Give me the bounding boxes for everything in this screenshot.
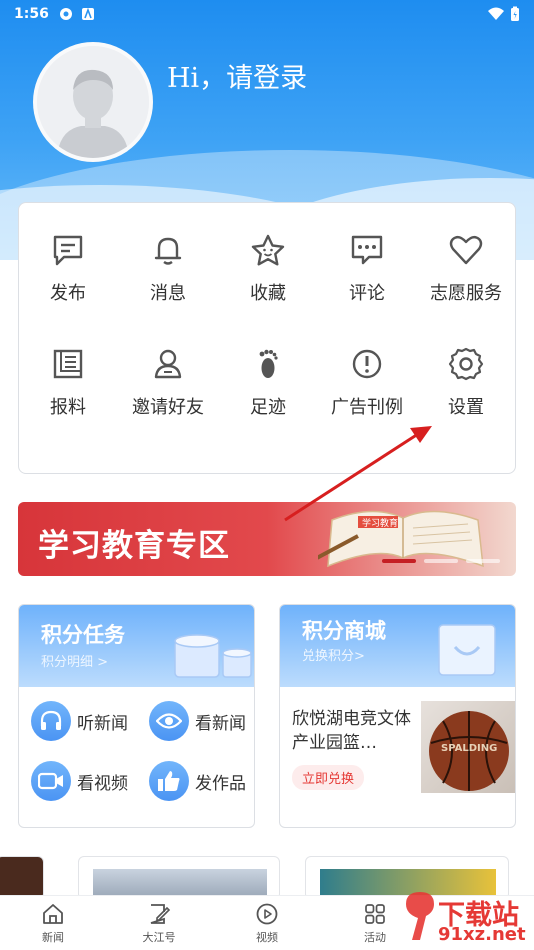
menu-item-label: 报料 xyxy=(50,397,86,418)
menu-item-label: 收藏 xyxy=(250,283,286,304)
post-icon xyxy=(53,235,83,266)
points-task-header: 积分任务 积分明细 > xyxy=(19,605,254,687)
banner-title: 学习教育专区 xyxy=(38,528,230,564)
redeem-points-link[interactable]: 兑换积分> xyxy=(302,645,365,664)
task-publish-work[interactable]: 发作品 xyxy=(149,761,246,801)
task-label: 看视频 xyxy=(77,773,128,794)
task-label: 看新闻 xyxy=(195,713,246,734)
nav-dajiang[interactable]: 大江号 xyxy=(124,902,194,945)
nav-label: 活动 xyxy=(364,931,386,944)
pagination-dot xyxy=(424,559,458,563)
menu-item-footprint[interactable]: 足迹 xyxy=(218,347,318,419)
product-brand: SPALDING xyxy=(441,743,497,754)
sync-icon xyxy=(59,8,72,20)
basketball-icon: SPALDING xyxy=(429,711,509,791)
content-thumbnail[interactable] xyxy=(0,856,44,900)
menu-item-label: 足迹 xyxy=(250,397,286,418)
points-task-title: 积分任务 xyxy=(41,623,125,647)
gear-icon xyxy=(448,347,484,381)
points-task-card[interactable]: 积分任务 积分明细 > 听新闻 看新闻 看视频 发作品 xyxy=(18,604,255,828)
study-banner[interactable]: 学习教育专区 学习教育 xyxy=(18,502,516,576)
nav-label: 视频 xyxy=(256,931,278,944)
menu-item-favorites[interactable]: 收藏 xyxy=(218,233,318,305)
book-caption: 学习教育 xyxy=(362,517,398,529)
bell-icon xyxy=(154,237,182,265)
menu-item-label: 志愿服务 xyxy=(430,283,502,304)
report-icon xyxy=(53,349,83,379)
status-bar: 1:56 xyxy=(0,0,534,28)
video-camera-icon xyxy=(31,761,71,801)
product-name[interactable]: 欣悦湖电竞文体产业园篮… xyxy=(292,707,416,755)
heart-icon xyxy=(449,235,483,265)
task-watch-video[interactable]: 看视频 xyxy=(31,761,128,801)
invite-icon xyxy=(154,349,182,379)
menu-item-messages[interactable]: 消息 xyxy=(118,233,218,305)
menu-item-label: 评论 xyxy=(349,283,385,304)
nav-label: 新闻 xyxy=(42,931,64,944)
menu-item-ad-rates[interactable]: 广告刊例 xyxy=(317,347,417,419)
exclamation-icon xyxy=(352,349,382,379)
task-label: 听新闻 xyxy=(77,713,128,734)
footprint-icon xyxy=(259,349,278,378)
menu-item-invite[interactable]: 邀请好友 xyxy=(118,347,218,419)
menu-item-label: 发布 xyxy=(50,283,86,304)
thumbs-up-icon xyxy=(149,761,189,801)
points-mall-title: 积分商城 xyxy=(302,619,386,643)
content-thumbnail[interactable] xyxy=(78,856,280,900)
menu-item-label: 消息 xyxy=(150,283,186,304)
play-icon xyxy=(256,903,278,925)
menu-item-report[interactable]: 报料 xyxy=(18,347,118,419)
comment-icon xyxy=(351,235,383,265)
status-time: 1:56 xyxy=(14,6,49,22)
coin-stack-icon xyxy=(174,634,252,678)
menu-item-label: 设置 xyxy=(448,397,484,418)
menu-item-label: 广告刊例 xyxy=(331,397,403,418)
task-label: 发作品 xyxy=(195,773,246,794)
points-mall-header: 积分商城 兑换积分> xyxy=(280,605,515,687)
battery-icon xyxy=(511,6,519,21)
nav-video[interactable]: 视频 xyxy=(232,902,302,945)
avatar[interactable] xyxy=(33,42,153,162)
home-icon xyxy=(43,904,63,924)
edit-icon xyxy=(150,904,171,924)
redeem-now-button[interactable]: 立即兑换 xyxy=(292,765,365,790)
nav-news[interactable]: 新闻 xyxy=(18,902,88,945)
task-listen-news[interactable]: 听新闻 xyxy=(31,701,128,741)
wifi-icon xyxy=(488,7,504,20)
menu-item-settings[interactable]: 设置 xyxy=(416,347,516,419)
points-detail-link[interactable]: 积分明细 > xyxy=(41,651,108,670)
login-prompt[interactable]: Hi，请登录 xyxy=(167,56,307,95)
menu-item-label: 邀请好友 xyxy=(132,397,204,418)
nav-label: 大江号 xyxy=(142,931,176,944)
menu-card: 发布 消息 收藏 评论 志愿服务 报料 邀请好友 足迹 广告刊例 设置 xyxy=(18,202,516,474)
star-icon xyxy=(251,234,285,266)
pagination-dot xyxy=(382,559,416,563)
headphones-icon xyxy=(31,701,71,741)
banner-pagination xyxy=(382,559,500,563)
points-mall-card[interactable]: 积分商城 兑换积分> 欣悦湖电竞文体产业园篮… SPALDING 立即兑换 xyxy=(279,604,516,828)
menu-item-post[interactable]: 发布 xyxy=(18,233,118,305)
menu-item-comments[interactable]: 评论 xyxy=(317,233,417,305)
app-notification-icon xyxy=(81,7,94,20)
product-image[interactable]: SPALDING xyxy=(421,701,515,793)
task-read-news[interactable]: 看新闻 xyxy=(149,701,246,741)
menu-item-volunteer[interactable]: 志愿服务 xyxy=(416,233,516,305)
eye-icon xyxy=(149,701,189,741)
pagination-dot xyxy=(466,559,500,563)
shopping-bag-icon xyxy=(438,624,496,676)
watermark-domain: 91xz.net xyxy=(438,924,526,945)
grid-icon xyxy=(365,904,385,924)
default-avatar-icon xyxy=(37,46,149,158)
